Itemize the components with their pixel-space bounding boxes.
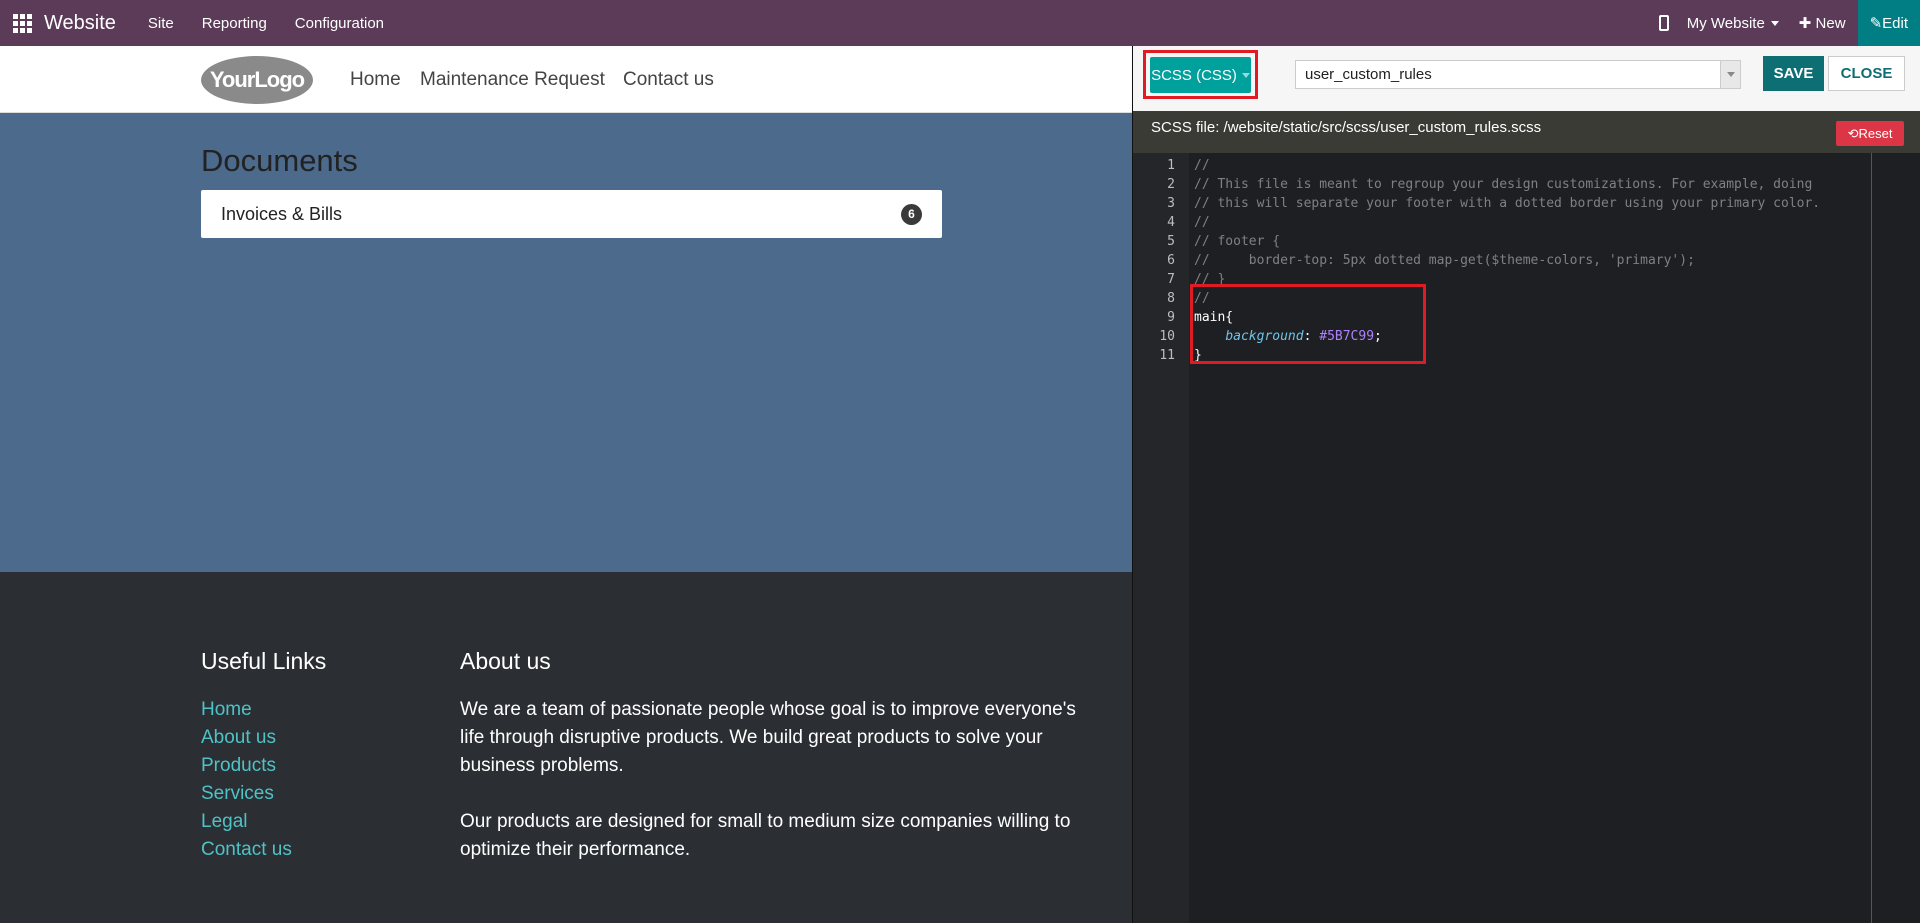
menu-site[interactable]: Site [148,15,174,32]
code-line: // footer { [1194,234,1281,249]
code-line: // border-top: 5px dotted map-get($theme… [1194,253,1695,268]
site-nav-contact-us[interactable]: Contact us [623,69,714,91]
mobile-preview-icon[interactable] [1658,15,1669,31]
footer-link-home[interactable]: Home [201,696,292,724]
line-number: 8 [1167,291,1175,306]
pencil-icon: ✎ [1869,15,1883,32]
edit-button[interactable]: ✎ Edit [1857,0,1920,46]
reset-button-label: Reset [1858,126,1893,141]
about-paragraph-1: We are a team of passionate people whose… [460,699,1076,776]
app-brand[interactable]: Website [44,12,116,35]
line-number: 11 [1159,348,1175,363]
undo-icon: ⟲ [1847,125,1859,141]
main-content: Documents Invoices & Bills 6 [0,113,1132,572]
website-selector[interactable]: My Website [1687,15,1779,32]
document-label: Invoices & Bills [221,203,343,224]
about-us-text: We are a team of passionate people whose… [460,696,1080,864]
line-number: 10 [1159,329,1175,344]
footer-link-contact-us[interactable]: Contact us [201,836,292,864]
menu-configuration[interactable]: Configuration [295,15,384,32]
code-line: // this will separate your footer with a… [1194,196,1821,211]
highlight-box [1143,50,1258,99]
code-line: // This file is meant to regroup your de… [1194,177,1813,192]
line-number: 3 [1167,196,1175,211]
site-logo[interactable]: YourLogo [201,56,313,104]
file-selector[interactable]: user_custom_rules [1295,60,1741,89]
useful-links-heading: Useful Links [201,648,327,674]
line-number: 2 [1167,177,1175,192]
line-number: 4 [1167,215,1175,230]
line-number: 6 [1167,253,1175,268]
line-number: 7 [1167,272,1175,287]
count-badge: 6 [901,203,922,225]
reset-button[interactable]: ⟲ Reset [1836,121,1904,146]
editor-toolbar: SCSS (CSS) user_custom_rules SAVE CLOSE [1133,46,1920,111]
code-editor-panel: SCSS (CSS) user_custom_rules SAVE CLOSE … [1132,46,1920,923]
save-button[interactable]: SAVE [1763,56,1824,91]
menu-reporting[interactable]: Reporting [202,15,267,32]
about-us-heading: About us [460,648,551,674]
site-nav-home[interactable]: Home [350,69,401,91]
code-line: // [1194,215,1210,230]
footer-link-about-us[interactable]: About us [201,724,292,752]
footer-link-services[interactable]: Services [201,780,292,808]
code-editor[interactable]: 1 2 3 4 5 6 7 8 9 10 11 // // This file … [1133,153,1920,923]
new-button[interactable]: ✚ New [1799,14,1846,32]
site-nav-maintenance-request[interactable]: Maintenance Request [420,69,605,91]
file-path: SCSS file: /website/static/src/scss/user… [1151,119,1542,136]
footer-link-products[interactable]: Products [201,752,292,780]
chevron-down-icon [1770,21,1779,27]
line-gutter: 1 2 3 4 5 6 7 8 9 10 11 [1133,153,1189,923]
scrollbar[interactable] [1871,153,1872,923]
chevron-down-icon[interactable] [1720,61,1740,88]
code-line: // [1194,158,1210,173]
edit-button-label: Edit [1882,14,1908,32]
site-header: YourLogo Home Maintenance Request Contac… [0,46,1132,113]
plus-icon: ✚ [1798,15,1816,32]
footer-link-legal[interactable]: Legal [201,808,292,836]
page-title: Documents [201,143,358,178]
list-item[interactable]: Invoices & Bills 6 [201,190,942,238]
close-button[interactable]: CLOSE [1828,56,1905,91]
line-number: 1 [1167,158,1175,173]
about-paragraph-2: Our products are designed for small to m… [460,811,1071,860]
line-number: 5 [1167,234,1175,249]
highlight-box [1190,284,1426,364]
file-path-bar: SCSS file: /website/static/src/scss/user… [1133,111,1920,153]
website-selector-label: My Website [1686,14,1765,32]
line-number: 9 [1167,310,1175,325]
apps-menu-icon[interactable] [0,0,44,46]
site-footer: Useful Links Home About us Products Serv… [0,572,1132,923]
new-button-label: New [1815,15,1846,32]
useful-links: Home About us Products Services Legal Co… [201,696,292,864]
top-navbar: Website Site Reporting Configuration My … [0,0,1920,46]
file-selector-value: user_custom_rules [1305,66,1432,83]
